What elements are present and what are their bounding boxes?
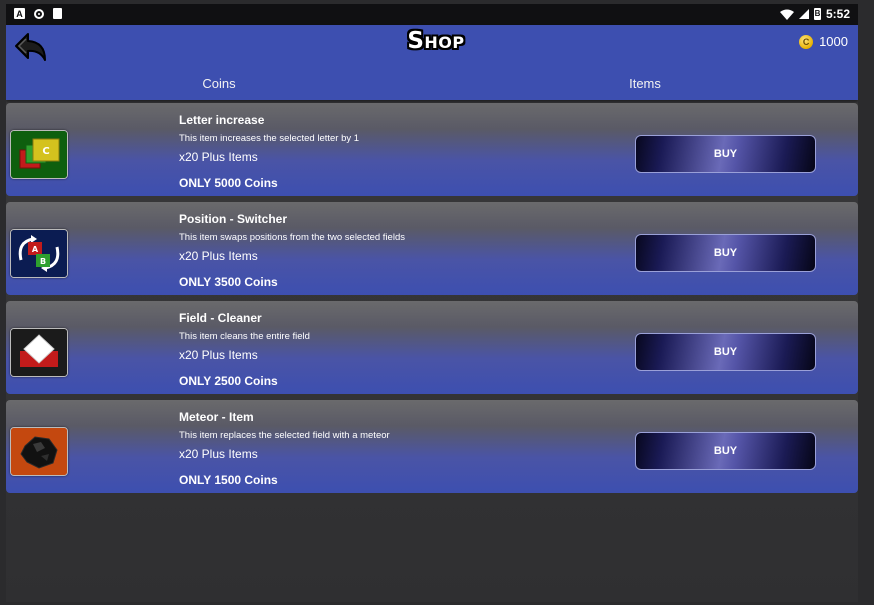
- letter-increase-icon: C: [10, 130, 68, 179]
- eraser-icon: [10, 328, 68, 377]
- item-price: ONLY 2500 Coins: [179, 374, 278, 388]
- buy-button[interactable]: BUY: [635, 333, 816, 371]
- item-quantity: x20 Plus Items: [179, 348, 258, 362]
- sd-card-icon: [53, 8, 62, 19]
- position-switch-icon: A B: [10, 229, 68, 278]
- status-bar: A B 5:52: [6, 4, 858, 25]
- letter-a-label: A: [32, 245, 39, 254]
- coin-amount: 1000: [819, 34, 848, 49]
- shop-item-position-switcher: A B Position - Switcher This item swaps …: [6, 202, 858, 295]
- shop-item-field-cleaner: Field - Cleaner This item cleans the ent…: [6, 301, 858, 394]
- item-title: Position - Switcher: [179, 212, 288, 226]
- tab-items[interactable]: Items: [432, 76, 858, 98]
- record-icon: [34, 8, 44, 19]
- item-title: Letter increase: [179, 113, 265, 127]
- back-button[interactable]: [14, 31, 48, 63]
- shop-item-letter-increase: C Letter increase This item increases th…: [6, 103, 858, 196]
- item-description: This item swaps positions from the two s…: [179, 232, 405, 243]
- letter-b-label: B: [40, 257, 46, 266]
- buy-button[interactable]: BUY: [635, 135, 816, 173]
- item-price: ONLY 1500 Coins: [179, 473, 278, 487]
- notification-a-icon: A: [14, 8, 25, 19]
- app-header: Shop C 1000 Coins Items: [6, 25, 858, 100]
- app-window: A B 5:52 Shop C 1000 Coins Items C Lette…: [6, 4, 858, 602]
- wifi-icon: [779, 9, 794, 20]
- item-description: This item replaces the selected field wi…: [179, 430, 390, 441]
- item-description: This item increases the selected letter …: [179, 133, 360, 144]
- item-quantity: x20 Plus Items: [179, 447, 258, 461]
- item-title: Meteor - Item: [179, 410, 254, 424]
- coin-balance: C 1000: [799, 34, 848, 49]
- buy-button[interactable]: BUY: [635, 432, 816, 470]
- status-bar-system: B 5:52: [779, 7, 850, 21]
- coin-icon: C: [799, 34, 814, 49]
- back-arrow-icon: [15, 33, 46, 61]
- status-bar-notifications: A: [14, 8, 62, 19]
- page-title: Shop: [407, 28, 465, 54]
- item-title: Field - Cleaner: [179, 311, 262, 325]
- signal-icon: [798, 9, 809, 19]
- item-description: This item cleans the entire field: [179, 331, 310, 342]
- item-quantity: x20 Plus Items: [179, 249, 258, 263]
- meteor-icon: [10, 427, 68, 476]
- tab-coins[interactable]: Coins: [6, 76, 432, 98]
- battery-icon: B: [813, 8, 821, 20]
- item-price: ONLY 3500 Coins: [179, 275, 278, 289]
- buy-button[interactable]: BUY: [635, 234, 816, 272]
- letter-c-label: C: [42, 146, 49, 157]
- clock: 5:52: [825, 7, 850, 21]
- item-price: ONLY 5000 Coins: [179, 176, 278, 190]
- item-quantity: x20 Plus Items: [179, 150, 258, 164]
- shop-item-meteor: Meteor - Item This item replaces the sel…: [6, 400, 858, 493]
